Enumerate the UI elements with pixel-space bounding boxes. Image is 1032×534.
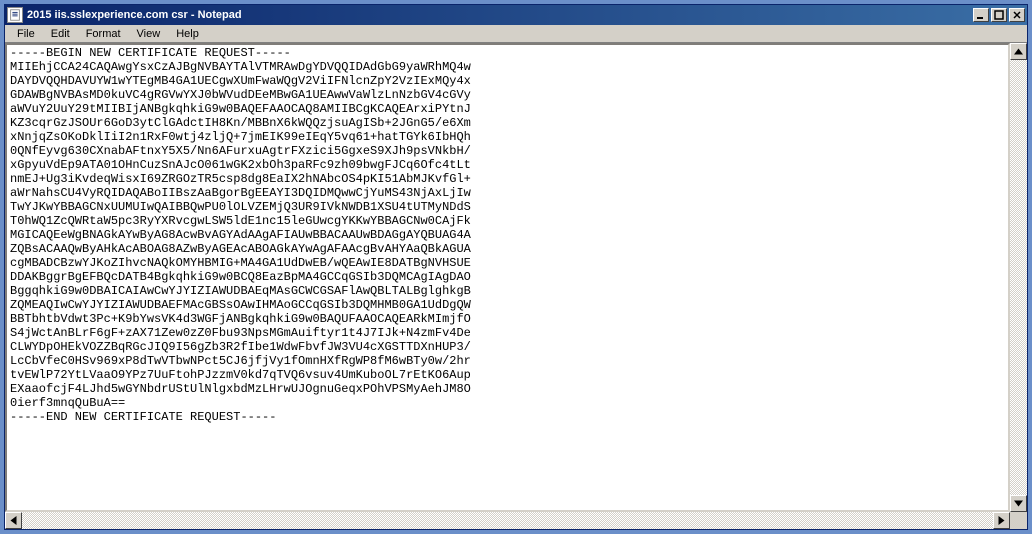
bottom-scroll-row <box>5 512 1027 529</box>
chevron-down-icon <box>1011 496 1026 511</box>
notepad-icon <box>7 7 23 23</box>
menu-help[interactable]: Help <box>168 27 207 41</box>
close-button[interactable] <box>1009 8 1025 22</box>
content-area: -----BEGIN NEW CERTIFICATE REQUEST----- … <box>5 43 1027 512</box>
scroll-track-horizontal[interactable] <box>22 512 993 529</box>
window-controls <box>971 8 1025 22</box>
scrollbar-vertical[interactable] <box>1010 43 1027 512</box>
titlebar[interactable]: 2015 iis.sslexperience.com csr - Notepad <box>5 5 1027 25</box>
scroll-left-button[interactable] <box>5 512 22 529</box>
maximize-button[interactable] <box>991 8 1007 22</box>
chevron-up-icon <box>1011 44 1026 59</box>
close-icon <box>1012 10 1022 20</box>
scrollbar-corner <box>1010 512 1027 529</box>
menubar: File Edit Format View Help <box>5 25 1027 43</box>
menu-view[interactable]: View <box>129 27 169 41</box>
menu-format[interactable]: Format <box>78 27 129 41</box>
menu-file[interactable]: File <box>9 27 43 41</box>
notepad-window: 2015 iis.sslexperience.com csr - Notepad… <box>4 4 1028 530</box>
text-editor[interactable]: -----BEGIN NEW CERTIFICATE REQUEST----- … <box>5 43 1010 512</box>
scroll-track-vertical[interactable] <box>1010 60 1027 495</box>
minimize-icon <box>976 10 986 20</box>
scroll-right-button[interactable] <box>993 512 1010 529</box>
maximize-icon <box>994 10 1004 20</box>
scroll-down-button[interactable] <box>1010 495 1027 512</box>
scrollbar-horizontal[interactable] <box>5 512 1010 529</box>
menu-edit[interactable]: Edit <box>43 27 78 41</box>
minimize-button[interactable] <box>973 8 989 22</box>
scroll-up-button[interactable] <box>1010 43 1027 60</box>
window-title: 2015 iis.sslexperience.com csr - Notepad <box>27 9 971 21</box>
chevron-left-icon <box>6 513 21 528</box>
chevron-right-icon <box>994 513 1009 528</box>
